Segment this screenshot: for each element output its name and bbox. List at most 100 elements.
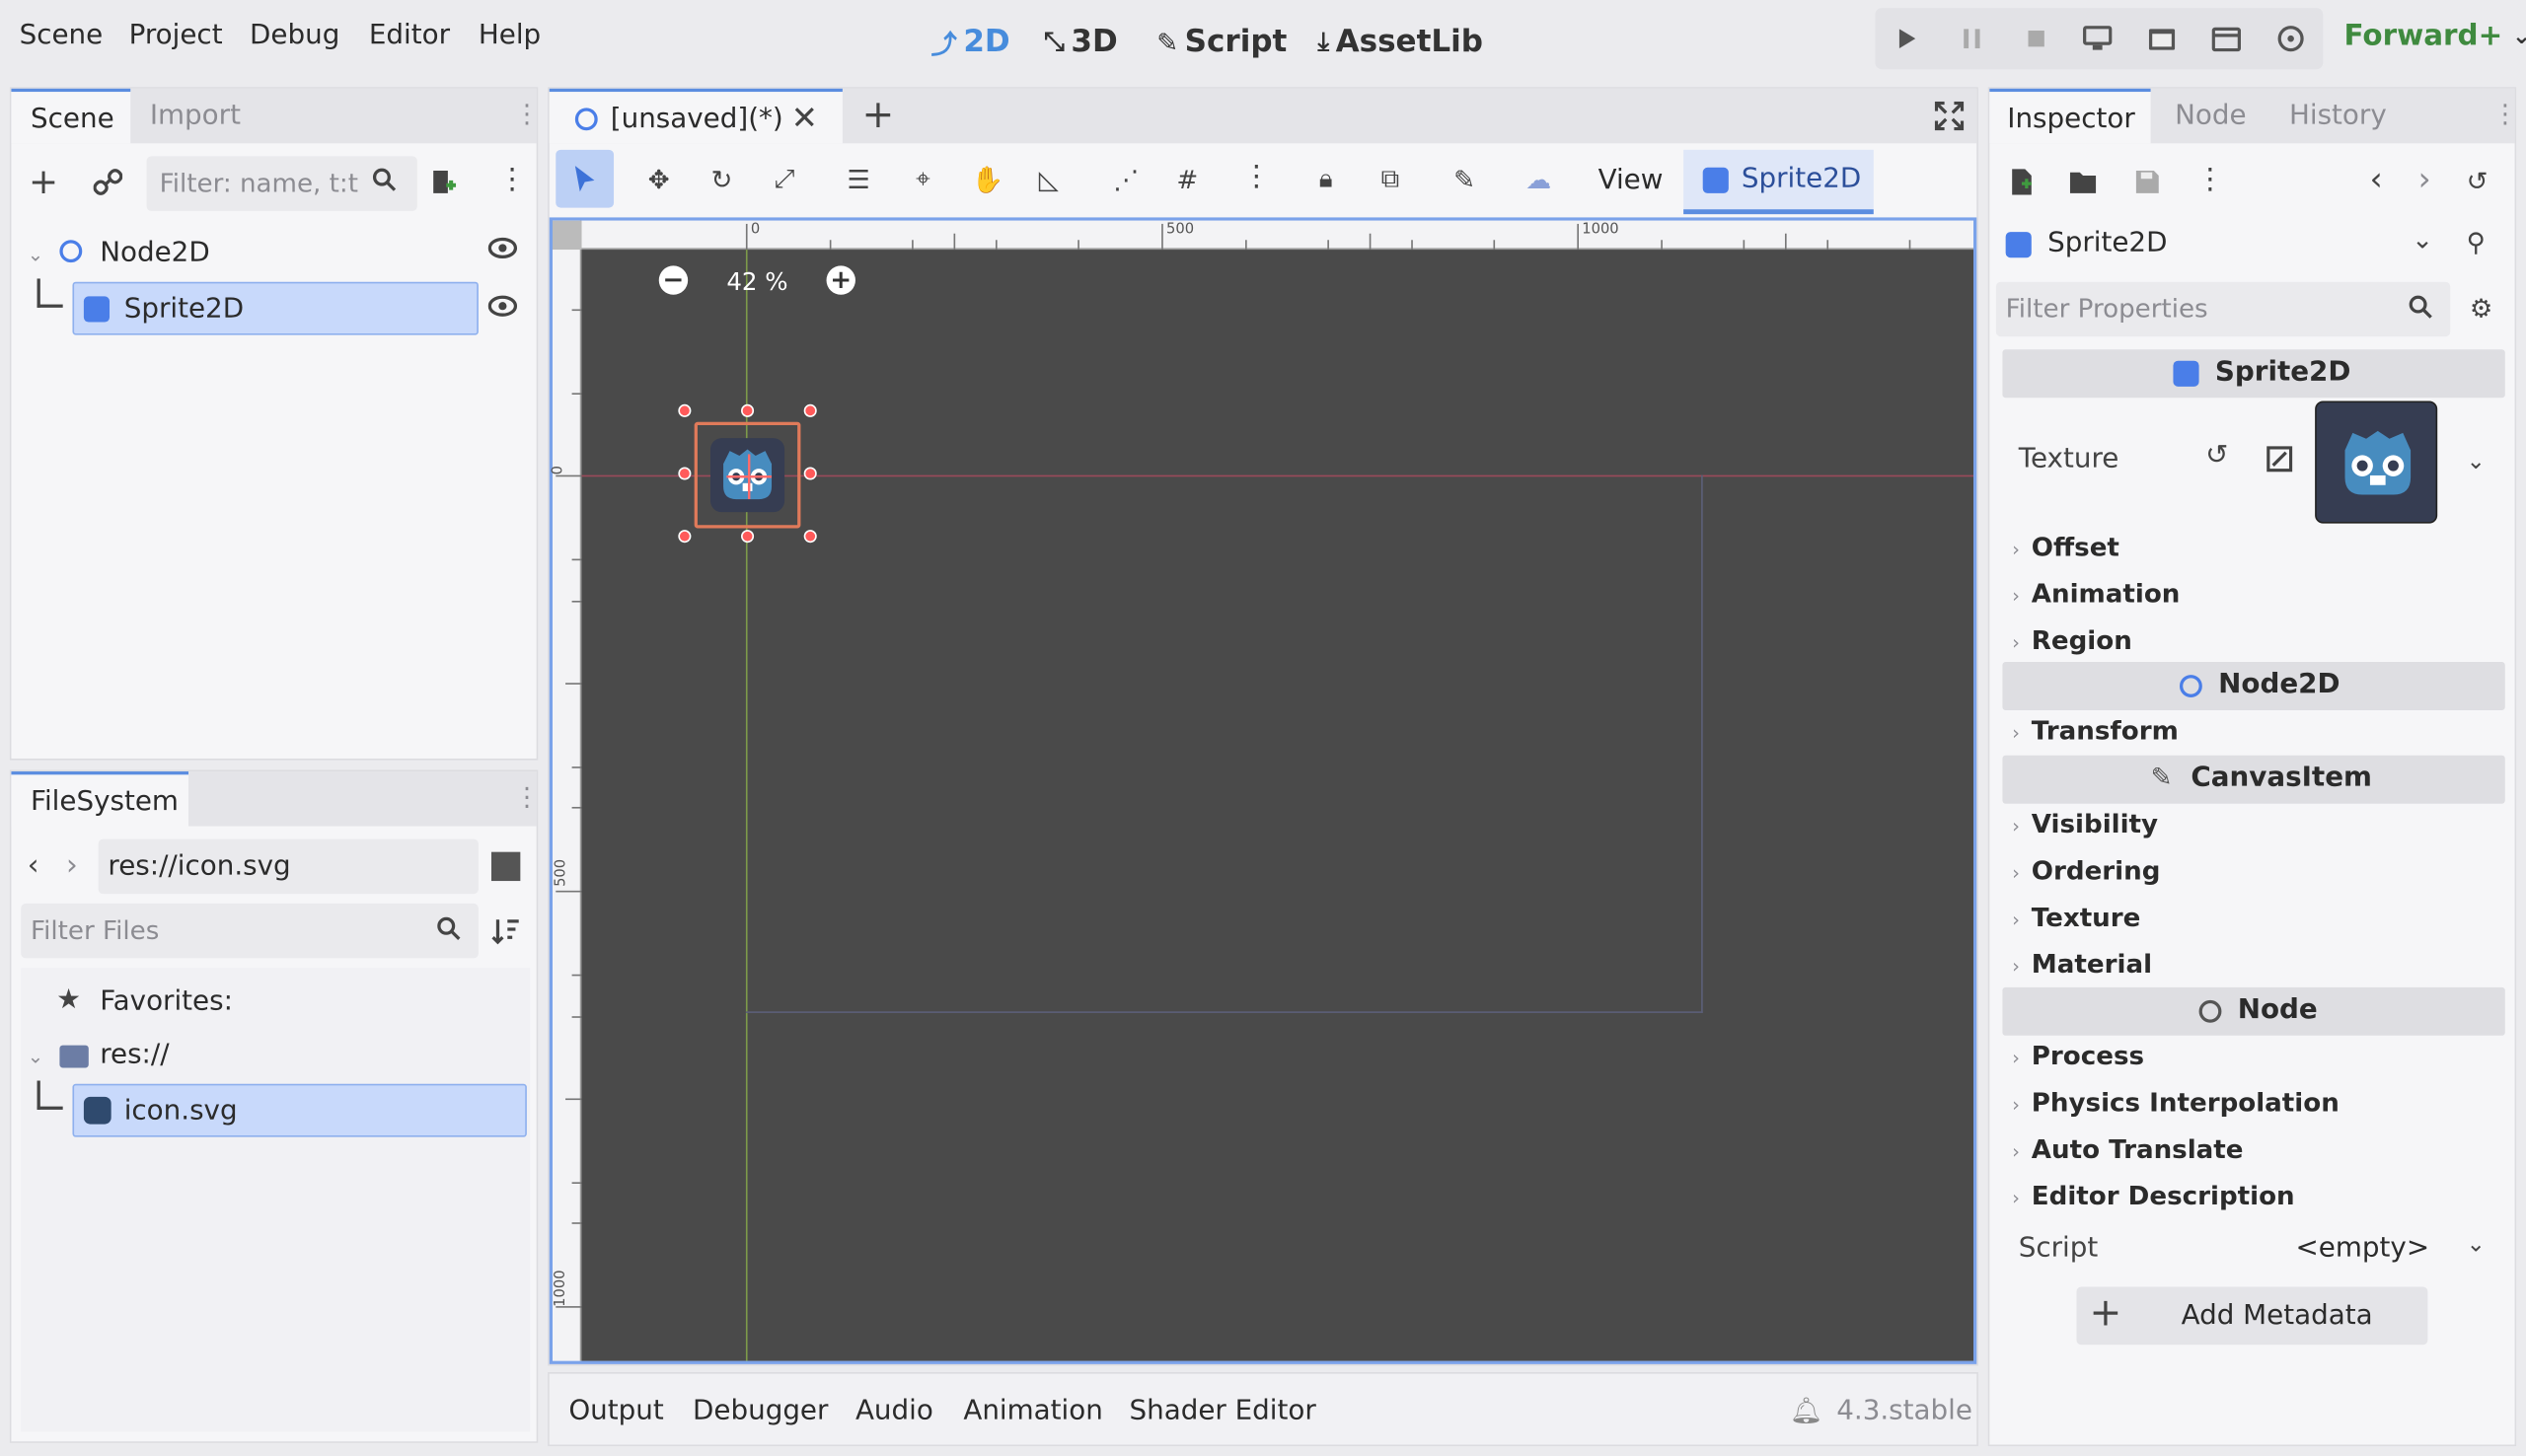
inspector-more-icon[interactable]: ⋮ xyxy=(2195,163,2224,196)
workspace-assetlib-button[interactable]: ⤓ AssetLib xyxy=(1318,20,1484,65)
property-options-icon[interactable]: ⚙ xyxy=(2470,293,2492,324)
history-forward-icon[interactable]: › xyxy=(2418,160,2431,198)
emitter-icon[interactable]: ☁ xyxy=(1520,160,1558,198)
group-material[interactable]: › Material xyxy=(2002,944,2504,989)
group-editor-description[interactable]: › Editor Description xyxy=(2002,1176,2504,1221)
node-tools-icon[interactable]: ⚲ xyxy=(2467,227,2486,257)
sprite2d-menu[interactable]: Sprite2D xyxy=(1683,149,1874,215)
tab-unsaved-scene[interactable]: [unsaved](*) ✕ xyxy=(549,88,843,144)
group-process[interactable]: › Process xyxy=(2002,1036,2504,1081)
scale-mode-icon[interactable]: ⤢ xyxy=(766,160,804,198)
resize-handle[interactable] xyxy=(803,403,817,417)
grid-snap-icon[interactable]: # xyxy=(1168,160,1207,198)
menu-scene[interactable]: Scene xyxy=(20,20,104,52)
add-metadata-button[interactable]: + Add Metadata xyxy=(2076,1286,2428,1346)
filter-properties-input[interactable]: Filter Properties xyxy=(1995,281,2451,337)
tree-item-node2d[interactable]: Node2D xyxy=(100,237,209,269)
canvas-viewport[interactable]: − 42 % + xyxy=(581,250,1973,1361)
menu-editor[interactable]: Editor xyxy=(369,20,450,52)
revert-icon[interactable]: ↺ xyxy=(2205,440,2228,473)
remote-debug-icon[interactable] xyxy=(2078,20,2117,58)
resize-handle[interactable] xyxy=(678,403,692,417)
chevron-down-icon[interactable]: ⌄ xyxy=(2467,450,2486,475)
skeleton-icon[interactable]: ✎ xyxy=(1445,160,1483,198)
group-auto-translate[interactable]: › Auto Translate xyxy=(2002,1128,2504,1174)
file-item-icon-svg[interactable]: icon.svg xyxy=(72,1083,527,1137)
view-menu[interactable]: View xyxy=(1598,165,1664,197)
select-mode-button[interactable] xyxy=(556,149,615,208)
tab-scene[interactable]: Scene xyxy=(11,88,131,144)
group-ordering[interactable]: › Ordering xyxy=(2002,850,2504,896)
rotate-mode-icon[interactable]: ↻ xyxy=(703,160,741,198)
notification-bell-icon[interactable]: 🔔︎ xyxy=(1790,1395,1822,1425)
group-animation[interactable]: › Animation xyxy=(2002,573,2504,619)
visibility-eye-icon[interactable] xyxy=(487,237,518,259)
object-selector[interactable]: Sprite2D ⌄ xyxy=(1996,217,2450,272)
version-label[interactable]: 4.3.stable xyxy=(1836,1395,1972,1427)
tab-node[interactable]: Node xyxy=(2175,100,2246,132)
folder-res[interactable]: res:// xyxy=(100,1039,169,1071)
zoom-level[interactable]: 42 % xyxy=(726,267,787,296)
scene-filter-input[interactable]: Filter: name, t:t xyxy=(146,156,417,211)
add-node-icon[interactable]: + xyxy=(24,162,62,202)
collapse-arrow-icon[interactable]: ⌄ xyxy=(28,244,43,266)
run-current-scene-icon[interactable] xyxy=(2142,20,2181,58)
dock-menu-icon[interactable]: ⋮ xyxy=(514,99,540,129)
snap-options-icon[interactable]: ⋮ xyxy=(1242,160,1271,193)
list-select-icon[interactable]: ☰ xyxy=(840,160,878,198)
group-region[interactable]: › Region xyxy=(2002,620,2504,666)
tree-item-sprite2d[interactable]: Sprite2D xyxy=(72,281,479,335)
resize-handle[interactable] xyxy=(803,530,817,544)
sort-icon[interactable] xyxy=(491,916,520,945)
tab-animation[interactable]: Animation xyxy=(963,1395,1103,1427)
edit-texture-icon[interactable] xyxy=(2266,446,2293,473)
chevron-down-icon[interactable]: ⌄ xyxy=(2467,1232,2486,1258)
resize-handle[interactable] xyxy=(741,403,755,417)
menu-debug[interactable]: Debug xyxy=(250,20,339,52)
pan-mode-icon[interactable]: ✋ xyxy=(968,160,1006,198)
object-history-icon[interactable]: ↺ xyxy=(2467,166,2489,196)
workspace-3d-button[interactable]: ⤡ 3D xyxy=(1044,20,1118,65)
resize-handle[interactable] xyxy=(803,467,817,480)
close-tab-icon[interactable]: ✕ xyxy=(791,99,818,137)
workspace-script-button[interactable]: ✎ Script xyxy=(1156,20,1287,65)
back-arrow-icon[interactable]: ‹ xyxy=(28,848,39,882)
tab-audio[interactable]: Audio xyxy=(855,1395,933,1427)
group-transform[interactable]: › Transform xyxy=(2002,710,2504,756)
group-physics-interpolation[interactable]: › Physics Interpolation xyxy=(2002,1082,2504,1128)
collapse-arrow-icon[interactable]: ⌄ xyxy=(28,1046,43,1068)
forward-arrow-icon[interactable]: › xyxy=(66,848,78,882)
tab-shader-editor[interactable]: Shader Editor xyxy=(1129,1395,1315,1427)
resize-handle[interactable] xyxy=(678,530,692,544)
resize-handle[interactable] xyxy=(741,530,755,544)
new-resource-icon[interactable] xyxy=(2002,163,2041,201)
sprite-selection-box[interactable] xyxy=(694,421,801,529)
group-texture[interactable]: › Texture xyxy=(2002,897,2504,942)
group-offset[interactable]: › Offset xyxy=(2002,527,2504,572)
tab-output[interactable]: Output xyxy=(568,1395,663,1427)
stop-icon[interactable] xyxy=(2017,20,2055,58)
tab-filesystem[interactable]: FileSystem xyxy=(11,771,189,827)
distraction-free-icon[interactable] xyxy=(1934,101,1965,131)
tab-history[interactable]: History xyxy=(2289,100,2387,132)
lock-icon[interactable]: 🔒︎ xyxy=(1306,160,1345,198)
move-mode-icon[interactable]: ✥ xyxy=(639,160,678,198)
attach-script-icon[interactable] xyxy=(423,163,462,201)
section-sprite2d[interactable]: Sprite2D xyxy=(2002,349,2505,399)
section-canvasitem[interactable]: ✎ CanvasItem xyxy=(2002,755,2505,804)
path-field[interactable]: res://icon.svg xyxy=(98,838,479,895)
run-custom-scene-icon[interactable] xyxy=(2207,20,2246,58)
instantiate-scene-icon[interactable] xyxy=(89,163,127,201)
scene-more-icon[interactable]: ⋮ xyxy=(497,163,526,196)
texture-preview[interactable] xyxy=(2315,400,2438,524)
visibility-eye-icon[interactable] xyxy=(487,295,518,318)
tab-debugger[interactable]: Debugger xyxy=(693,1395,828,1427)
renderer-select[interactable]: Forward+ ⌄ xyxy=(2344,20,2526,53)
filter-files-input[interactable]: Filter Files xyxy=(21,903,479,959)
group-icon[interactable]: ⧉ xyxy=(1371,160,1409,198)
pause-icon[interactable] xyxy=(1953,20,1991,58)
group-visibility[interactable]: › Visibility xyxy=(2002,804,2504,849)
save-icon[interactable] xyxy=(2128,163,2167,201)
play-icon[interactable] xyxy=(1888,20,1926,58)
open-folder-icon[interactable] xyxy=(2063,163,2102,201)
